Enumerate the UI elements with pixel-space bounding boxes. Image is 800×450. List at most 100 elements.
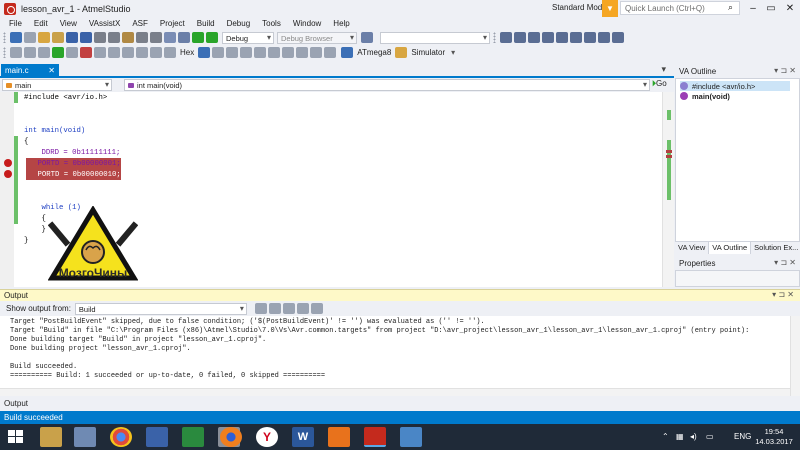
toolbar-grip[interactable] bbox=[3, 47, 6, 58]
breakpoint-icon[interactable] bbox=[4, 170, 12, 178]
close-button[interactable]: ✕ bbox=[781, 0, 799, 17]
file-explorer-icon[interactable] bbox=[40, 427, 62, 447]
forward-icon[interactable] bbox=[24, 32, 36, 43]
tool-icon[interactable] bbox=[570, 32, 582, 43]
windows-start-icon[interactable] bbox=[8, 430, 24, 444]
pin-icon[interactable]: ▾ ⊐ ✕ bbox=[774, 258, 796, 267]
pause-icon[interactable] bbox=[66, 47, 78, 58]
output-text[interactable]: Target "PostBuildEvent" skipped, due to … bbox=[0, 316, 800, 396]
taskbar-clock[interactable]: 19:54 14.03.2017 bbox=[754, 427, 794, 447]
save-icon[interactable] bbox=[66, 32, 78, 43]
bookmark-icon[interactable] bbox=[296, 47, 309, 58]
menu-debug[interactable]: Debug bbox=[221, 19, 257, 28]
uncomment-icon[interactable] bbox=[226, 47, 239, 58]
step-into-icon[interactable] bbox=[108, 47, 120, 58]
step-out-icon[interactable] bbox=[136, 47, 148, 58]
tab-list-dropdown-icon[interactable]: ▾ bbox=[661, 64, 666, 75]
redo-icon[interactable] bbox=[150, 32, 162, 43]
memory-icon[interactable] bbox=[198, 47, 211, 58]
tool-dropdown-icon[interactable]: ▾ bbox=[448, 48, 458, 57]
function-select[interactable]: int main(void) bbox=[124, 79, 650, 91]
paste-icon[interactable] bbox=[122, 32, 134, 43]
breakpoints-icon[interactable] bbox=[164, 47, 176, 58]
menu-tools[interactable]: Tools bbox=[256, 19, 287, 28]
firefox-icon[interactable] bbox=[220, 427, 242, 447]
tool-icon[interactable] bbox=[542, 32, 554, 43]
comment-icon[interactable] bbox=[212, 47, 225, 58]
file-icon[interactable] bbox=[361, 32, 373, 43]
toolbar-grip[interactable] bbox=[493, 32, 496, 43]
step-icon[interactable] bbox=[38, 47, 50, 58]
maximize-button[interactable]: ▭ bbox=[762, 0, 780, 17]
bookmark-icon[interactable] bbox=[324, 47, 337, 58]
run-to-cursor-icon[interactable] bbox=[150, 47, 162, 58]
bookmark-icon[interactable] bbox=[268, 47, 281, 58]
tool-icon[interactable] bbox=[528, 32, 540, 43]
save-disk-icon[interactable] bbox=[146, 427, 168, 447]
tray-volume-icon[interactable]: ◂) bbox=[690, 432, 697, 441]
previous-message-icon[interactable] bbox=[268, 303, 281, 314]
tray-battery-icon[interactable]: ▭ bbox=[706, 432, 714, 441]
bookmark-icon[interactable] bbox=[282, 47, 295, 58]
menu-asf[interactable]: ASF bbox=[126, 19, 154, 28]
step-icon[interactable] bbox=[10, 47, 22, 58]
tool-icon[interactable] bbox=[598, 32, 610, 43]
find-message-icon[interactable] bbox=[254, 303, 267, 314]
continue-icon[interactable] bbox=[52, 47, 64, 58]
tray-people-icon[interactable]: ⌃ bbox=[662, 432, 669, 441]
tool-icon[interactable] bbox=[500, 32, 512, 43]
output-bottom-tab[interactable]: Output bbox=[0, 398, 800, 410]
cut-icon[interactable] bbox=[94, 32, 106, 43]
tool-button[interactable]: Simulator bbox=[408, 48, 448, 57]
restart-icon[interactable] bbox=[94, 47, 106, 58]
chrome-icon[interactable] bbox=[110, 427, 132, 447]
word-icon[interactable]: W bbox=[292, 427, 314, 447]
device-icon[interactable] bbox=[341, 47, 354, 58]
configuration-select[interactable]: Debug bbox=[222, 31, 274, 44]
va-outline-panel[interactable]: #include <avr/io.h> main(void) bbox=[675, 78, 800, 242]
output-horizontal-scrollbar[interactable] bbox=[0, 388, 790, 396]
find-icon[interactable] bbox=[178, 32, 190, 43]
search-target-select[interactable] bbox=[380, 31, 490, 44]
tool-icon[interactable] bbox=[395, 47, 408, 58]
save-all-icon[interactable] bbox=[80, 32, 92, 43]
start-debugging-icon[interactable] bbox=[192, 32, 204, 43]
menu-build[interactable]: Build bbox=[191, 19, 221, 28]
hex-toggle[interactable]: Hex bbox=[177, 48, 197, 57]
search-icon[interactable]: ⌕ bbox=[728, 2, 733, 13]
go-button[interactable]: ⏵Go bbox=[652, 79, 667, 89]
menu-project[interactable]: Project bbox=[154, 19, 191, 28]
menu-edit[interactable]: Edit bbox=[28, 19, 54, 28]
device-button[interactable]: ATmega8 bbox=[354, 48, 394, 57]
step-over-icon[interactable] bbox=[122, 47, 134, 58]
debug-browser-select[interactable]: Debug Browser bbox=[277, 31, 357, 44]
menu-help[interactable]: Help bbox=[327, 19, 355, 28]
undo-icon[interactable] bbox=[136, 32, 148, 43]
pin-icon[interactable]: ▾ ⊐ ✕ bbox=[772, 290, 794, 299]
output-source-select[interactable]: Build bbox=[74, 302, 247, 315]
start-without-debugging-icon[interactable] bbox=[206, 32, 218, 43]
tool-icon[interactable] bbox=[584, 32, 596, 43]
media-player-icon[interactable] bbox=[328, 427, 350, 447]
editor-scrollbar[interactable] bbox=[662, 92, 674, 287]
menu-window[interactable]: Window bbox=[287, 19, 327, 28]
properties-panel[interactable] bbox=[675, 270, 800, 287]
pin-icon[interactable]: ▾ ⊐ ✕ bbox=[774, 66, 796, 75]
menu-file[interactable]: File bbox=[3, 19, 28, 28]
build-icon[interactable] bbox=[164, 32, 176, 43]
close-tab-icon[interactable]: ✕ bbox=[48, 66, 55, 75]
calculator-icon[interactable] bbox=[74, 427, 96, 447]
open-folder-icon[interactable] bbox=[52, 32, 64, 43]
scope-select[interactable]: main bbox=[2, 79, 112, 91]
tab-solution-explorer[interactable]: Solution Ex... bbox=[751, 242, 800, 254]
clear-all-icon[interactable] bbox=[296, 303, 309, 314]
atmel-studio-taskbar-icon[interactable] bbox=[364, 427, 386, 447]
image-viewer-icon[interactable] bbox=[400, 427, 422, 447]
copy-icon[interactable] bbox=[108, 32, 120, 43]
breakpoint-icon[interactable] bbox=[4, 159, 12, 167]
tray-network-icon[interactable]: ▦ bbox=[676, 432, 684, 441]
indent-icon[interactable] bbox=[240, 47, 253, 58]
excel-icon[interactable] bbox=[182, 427, 204, 447]
stop-icon[interactable] bbox=[80, 47, 92, 58]
new-project-icon[interactable] bbox=[38, 32, 50, 43]
